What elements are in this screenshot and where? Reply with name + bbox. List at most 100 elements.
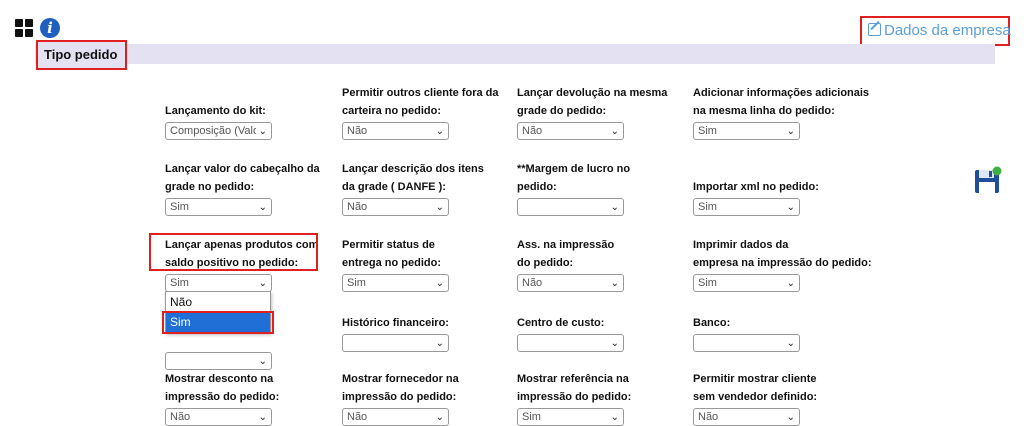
chevron-down-icon: ⌄ bbox=[435, 278, 444, 289]
mostrar-referencia-select[interactable]: Sim ⌄ bbox=[517, 408, 624, 426]
field-label: na mesma linha do pedido: bbox=[693, 105, 835, 117]
field-label: grade do pedido: bbox=[517, 105, 607, 117]
descricao-itens-select[interactable]: Não ⌄ bbox=[342, 198, 449, 216]
chevron-down-icon: ⌄ bbox=[258, 278, 267, 289]
field-label: grade no pedido: bbox=[165, 181, 255, 193]
ass-impressao-select[interactable]: Não ⌄ bbox=[517, 274, 624, 292]
field-mostrar-fornecedor: Mostrar fornecedor na impressão do pedid… bbox=[342, 370, 512, 426]
field-label: Adicionar informações adicionais bbox=[693, 87, 870, 99]
chevron-down-icon: ⌄ bbox=[258, 202, 267, 213]
company-data-link[interactable]: Dados da empresa bbox=[860, 16, 1011, 46]
chevron-down-icon: ⌄ bbox=[786, 126, 795, 137]
chevron-down-icon: ⌄ bbox=[258, 356, 267, 367]
valor-cabecalho-select[interactable]: Sim ⌄ bbox=[165, 198, 272, 216]
field-mostrar-referencia: Mostrar referência na impressão do pedid… bbox=[517, 370, 687, 426]
dropdown-option-nao[interactable]: Não bbox=[166, 292, 270, 312]
field-mostrar-desconto: Mostrar desconto na impressão do pedido:… bbox=[165, 370, 335, 426]
field-label: Imprimir dados da bbox=[693, 239, 789, 251]
field-margem-lucro: **Margem de lucro no pedido: ⌄ bbox=[517, 160, 687, 216]
field-label: Permitir outros cliente fora da bbox=[342, 87, 499, 99]
field-devolucao: Lançar devolução na mesma grade do pedid… bbox=[517, 84, 687, 140]
top-bar: i Dados da empresa bbox=[0, 0, 1024, 46]
chevron-down-icon: ⌄ bbox=[610, 412, 619, 423]
field-label: impressão do pedido: bbox=[517, 391, 632, 403]
field-label: Mostrar fornecedor na bbox=[342, 373, 459, 385]
field-label: Importar xml no pedido: bbox=[693, 181, 819, 193]
field-cliente-sem-vendedor: Permitir mostrar cliente sem vendedor de… bbox=[693, 370, 863, 426]
chevron-down-icon: ⌄ bbox=[258, 412, 267, 423]
field-status-entrega: Permitir status de entrega no pedido: Si… bbox=[342, 236, 512, 292]
field-label: Histórico financeiro: bbox=[342, 317, 449, 329]
chevron-down-icon: ⌄ bbox=[610, 202, 619, 213]
field-banco: Banco: ⌄ bbox=[693, 296, 863, 352]
chevron-down-icon: ⌄ bbox=[435, 126, 444, 137]
save-icon[interactable] bbox=[974, 166, 1002, 194]
mostrar-fornecedor-select[interactable]: Não ⌄ bbox=[342, 408, 449, 426]
field-label: do pedido: bbox=[517, 257, 574, 269]
field-historico: Histórico financeiro: ⌄ bbox=[342, 296, 512, 352]
field-label: Mostrar referência na bbox=[517, 373, 629, 385]
margem-lucro-select[interactable]: ⌄ bbox=[517, 198, 624, 216]
field-lancamento-kit: Lançamento do kit: Composição (Valor)⌄ bbox=[165, 84, 335, 140]
field-label: Mostrar desconto na bbox=[165, 373, 274, 385]
field-label: Lançar devolução na mesma bbox=[517, 87, 668, 99]
field-valor-cabecalho: Lançar valor do cabeçalho da grade no pe… bbox=[165, 160, 335, 216]
chevron-down-icon: ⌄ bbox=[610, 338, 619, 349]
field-ass-impressao: Ass. na impressão do pedido: Não ⌄ bbox=[517, 236, 687, 292]
chevron-down-icon: ⌄ bbox=[786, 278, 795, 289]
field-label: Banco: bbox=[693, 317, 731, 329]
field-label: sem vendedor definido: bbox=[693, 391, 818, 403]
field-label: carteira no pedido: bbox=[342, 105, 442, 117]
outros-cliente-select[interactable]: Não ⌄ bbox=[342, 122, 449, 140]
field-label: empresa na impressão do pedido: bbox=[693, 257, 872, 269]
selected-option-highlight bbox=[162, 311, 274, 334]
company-data-label: Dados da empresa bbox=[884, 22, 1011, 39]
saldo-positivo-highlight bbox=[149, 233, 318, 271]
chevron-down-icon: ⌄ bbox=[258, 126, 267, 137]
field-dados-empresa: Imprimir dados da empresa na impressão d… bbox=[693, 236, 893, 292]
chevron-down-icon: ⌄ bbox=[786, 412, 795, 423]
field-label: impressão do pedido: bbox=[342, 391, 457, 403]
section-header-bar bbox=[35, 44, 995, 64]
field-label: Permitir status de bbox=[342, 239, 435, 251]
importar-xml-select[interactable]: Sim ⌄ bbox=[693, 198, 800, 216]
field-centro-custo: Centro de custo: ⌄ bbox=[517, 296, 687, 352]
field-label: Ass. na impressão bbox=[517, 239, 615, 251]
section-title: Tipo pedido bbox=[36, 40, 127, 70]
field-outros-cliente: Permitir outros cliente fora da carteira… bbox=[342, 84, 512, 140]
historico-select[interactable]: ⌄ bbox=[342, 334, 449, 352]
field-label: pedido: bbox=[517, 181, 557, 193]
info-icon[interactable]: i bbox=[40, 18, 60, 38]
cliente-sem-vendedor-select[interactable]: Não ⌄ bbox=[693, 408, 800, 426]
lancamento-kit-select[interactable]: Composição (Valor)⌄ bbox=[165, 122, 272, 140]
saldo-positivo-select[interactable]: Sim ⌄ bbox=[165, 274, 272, 292]
chevron-down-icon: ⌄ bbox=[786, 338, 795, 349]
edit-icon bbox=[868, 23, 881, 36]
mostrar-desconto-select[interactable]: Não ⌄ bbox=[165, 408, 272, 426]
field-label: Lançar descrição dos itens bbox=[342, 163, 484, 175]
grid-icon[interactable] bbox=[15, 19, 33, 37]
chevron-down-icon: ⌄ bbox=[610, 126, 619, 137]
dados-empresa-select[interactable]: Sim ⌄ bbox=[693, 274, 800, 292]
chevron-down-icon: ⌄ bbox=[786, 202, 795, 213]
field-label: da grade ( DANFE ): bbox=[342, 181, 446, 193]
field-importar-xml: Importar xml no pedido: Sim ⌄ bbox=[693, 160, 863, 216]
field-info-adicionais: Adicionar informações adicionais na mesm… bbox=[693, 84, 893, 140]
chevron-down-icon: ⌄ bbox=[610, 278, 619, 289]
chevron-down-icon: ⌄ bbox=[435, 202, 444, 213]
field-label: impressão do pedido: bbox=[165, 391, 280, 403]
row4-select[interactable]: ⌄ bbox=[165, 352, 272, 370]
chevron-down-icon: ⌄ bbox=[435, 338, 444, 349]
field-label: entrega no pedido: bbox=[342, 257, 441, 269]
status-entrega-select[interactable]: Sim ⌄ bbox=[342, 274, 449, 292]
field-descricao-itens: Lançar descrição dos itens da grade ( DA… bbox=[342, 160, 512, 216]
devolucao-select[interactable]: Não ⌄ bbox=[517, 122, 624, 140]
centro-custo-select[interactable]: ⌄ bbox=[517, 334, 624, 352]
chevron-down-icon: ⌄ bbox=[435, 412, 444, 423]
banco-select[interactable]: ⌄ bbox=[693, 334, 800, 352]
field-label: Lançar valor do cabeçalho da bbox=[165, 163, 320, 175]
field-label: **Margem de lucro no bbox=[517, 163, 631, 175]
field-label: Lançamento do kit: bbox=[165, 105, 266, 117]
field-label: Centro de custo: bbox=[517, 317, 605, 329]
info-adicionais-select[interactable]: Sim ⌄ bbox=[693, 122, 800, 140]
